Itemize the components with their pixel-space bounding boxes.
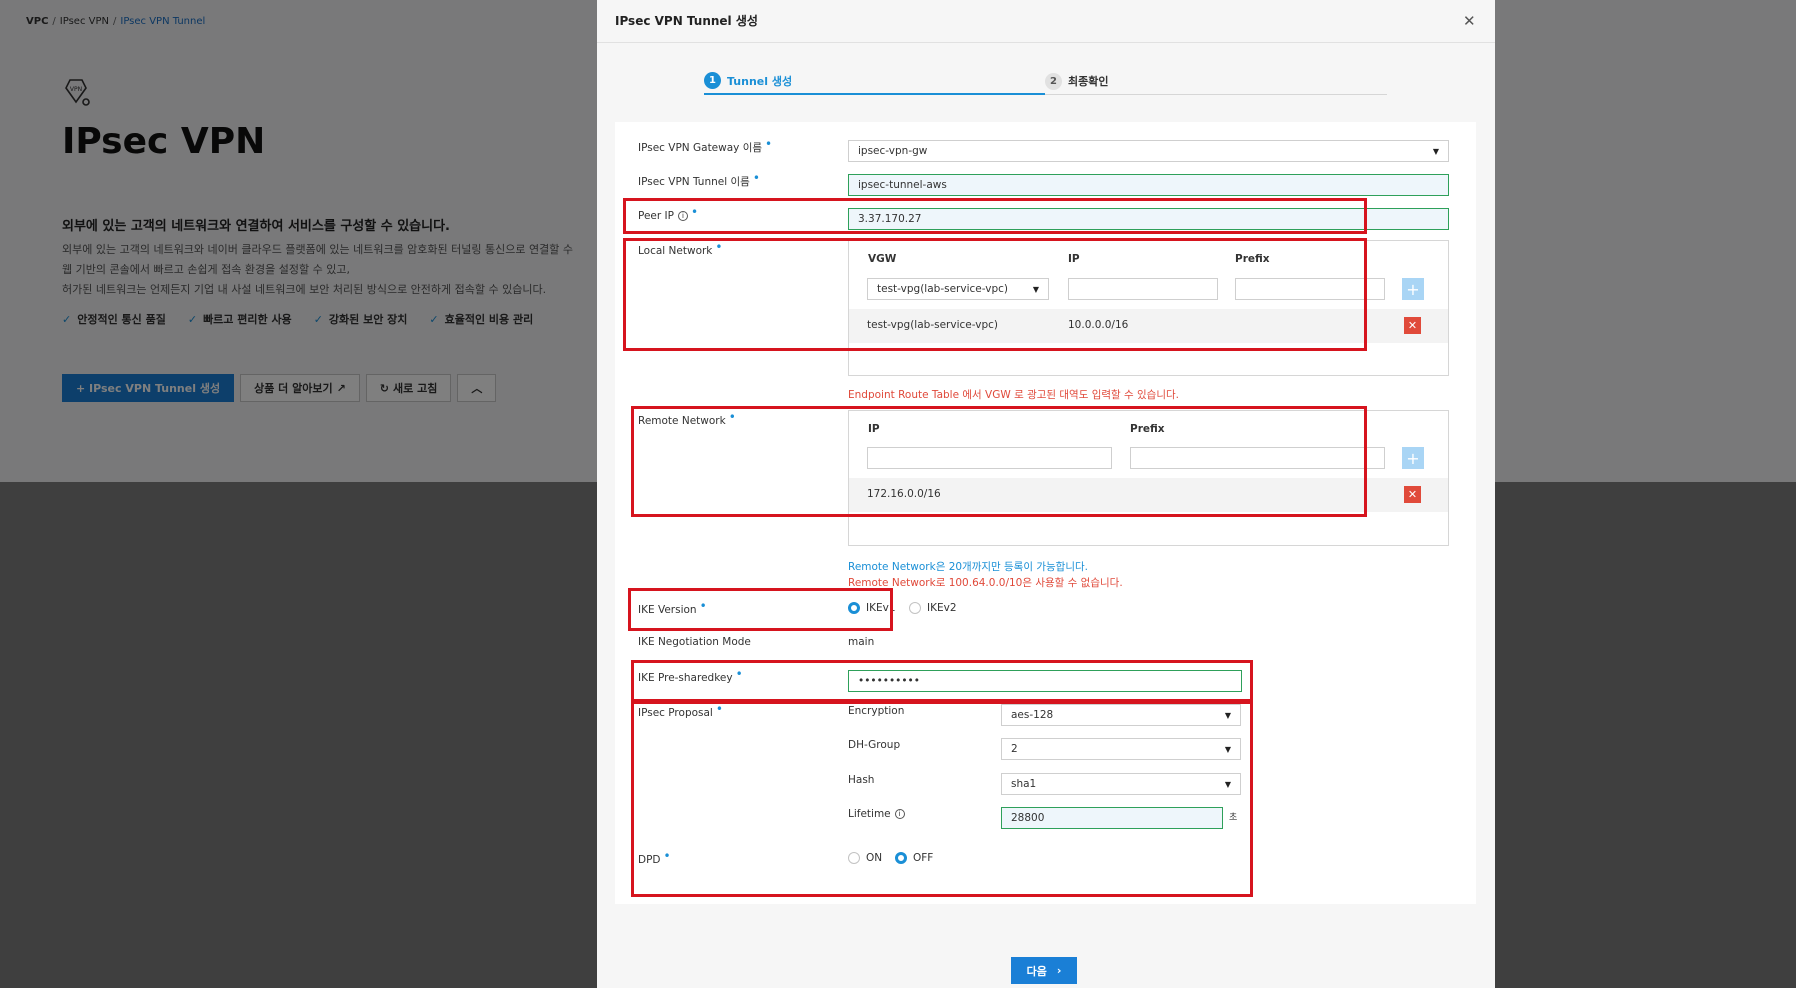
hash-select[interactable]: sha1 ▼: [1001, 773, 1241, 795]
encryption-label: Encryption: [848, 705, 905, 717]
table-row: 172.16.0.0/16 ✕: [849, 478, 1448, 512]
radio-unselected: [848, 852, 860, 864]
step-number: 1: [704, 72, 721, 89]
tunnel-name-input[interactable]: ipsec-tunnel-aws: [848, 174, 1449, 196]
remote-network-label: Remote Network •: [638, 410, 736, 427]
ike-mode-label: IKE Negotiation Mode: [638, 636, 751, 648]
local-network-table: VGW IP Prefix test-vpg(lab-service-vpc) ▼…: [848, 240, 1449, 376]
dpd-on-radio[interactable]: ON: [848, 852, 882, 864]
caret-down-icon: ▼: [1224, 710, 1231, 720]
remote-prefix-input[interactable]: [1130, 447, 1385, 469]
step-label: 최종확인: [1068, 75, 1109, 88]
dpd-off-radio[interactable]: OFF: [895, 852, 933, 864]
step-final-confirm[interactable]: 2 최종확인: [1045, 68, 1387, 95]
dh-group-label: DH-Group: [848, 739, 901, 751]
row-ip: 10.0.0.0/16: [1068, 319, 1129, 331]
highlight-box-ipsec-proposal: [631, 701, 1253, 897]
local-ip-input[interactable]: [1068, 278, 1218, 300]
ike-v2-radio[interactable]: IKEv2: [909, 602, 957, 614]
remote-network-table: IP Prefix + 172.16.0.0/16 ✕: [848, 410, 1449, 546]
dpd-label: DPD •: [638, 849, 671, 866]
remote-network-restrict-hint: Remote Network로 100.64.0.0/10은 사용할 수 없습니…: [848, 577, 1123, 589]
lifetime-input[interactable]: 28800: [1001, 807, 1223, 829]
row-ip: 172.16.0.0/16: [867, 488, 941, 500]
hash-label: Hash: [848, 774, 875, 786]
gateway-select[interactable]: ipsec-vpn-gw ▼: [848, 140, 1449, 162]
radio-selected: [895, 852, 907, 864]
tunnel-form: IPsec VPN Gateway 이름 • ipsec-vpn-gw ▼ IPse…: [615, 122, 1476, 904]
ike-mode-value: main: [848, 636, 875, 648]
radio-selected: [848, 602, 860, 614]
create-tunnel-modal: IPsec VPN Tunnel 생성 ✕ 1 Tunnel 생성 2 최종확인…: [597, 0, 1495, 988]
peer-ip-label: Peer IP i •: [638, 205, 699, 222]
lifetime-unit: 초: [1229, 813, 1238, 823]
remote-network-limit-hint: Remote Network은 20개까지만 등록이 가능합니다.: [848, 561, 1088, 573]
column-header-prefix: Prefix: [1130, 423, 1165, 435]
info-icon[interactable]: i: [894, 809, 905, 819]
add-local-network-button[interactable]: +: [1402, 278, 1424, 300]
ipsec-proposal-label: IPsec Proposal •: [638, 702, 723, 719]
local-network-label: Local Network •: [638, 240, 723, 257]
remote-ip-input[interactable]: [867, 447, 1112, 469]
lifetime-label: Lifetime i: [848, 808, 905, 820]
modal-header: IPsec VPN Tunnel 생성 ✕: [597, 0, 1495, 43]
local-network-hint: Endpoint Route Table 에서 VGW 로 광고된 대역도 입력…: [848, 389, 1179, 401]
caret-down-icon: ▼: [1032, 284, 1039, 294]
column-header-prefix: Prefix: [1235, 253, 1270, 265]
close-icon[interactable]: ✕: [1463, 12, 1476, 30]
gateway-label: IPsec VPN Gateway 이름 •: [638, 137, 773, 154]
ike-version-label: IKE Version •: [638, 599, 707, 616]
column-header-ip: IP: [1068, 253, 1080, 265]
step-label: Tunnel 생성: [727, 74, 793, 88]
next-button[interactable]: 다음 ›: [1011, 957, 1077, 984]
wizard-steps: 1 Tunnel 생성 2 최종확인: [704, 68, 1387, 95]
radio-unselected: [909, 602, 921, 614]
encryption-select[interactable]: aes-128 ▼: [1001, 704, 1241, 726]
local-prefix-input[interactable]: [1235, 278, 1385, 300]
info-icon[interactable]: i: [677, 211, 688, 221]
ike-psk-label: IKE Pre-sharedkey •: [638, 667, 743, 684]
local-vgw-select[interactable]: test-vpg(lab-service-vpc) ▼: [867, 278, 1049, 300]
column-header-ip: IP: [868, 423, 880, 435]
tunnel-name-label: IPsec VPN Tunnel 이름 •: [638, 171, 760, 188]
add-remote-network-button[interactable]: +: [1402, 447, 1424, 469]
modal-title: IPsec VPN Tunnel 생성: [615, 14, 758, 28]
delete-row-button[interactable]: ✕: [1404, 486, 1421, 503]
delete-row-button[interactable]: ✕: [1404, 317, 1421, 334]
caret-down-icon: ▼: [1224, 779, 1231, 789]
row-vgw: test-vpg(lab-service-vpc): [867, 319, 998, 331]
step-tunnel-create[interactable]: 1 Tunnel 생성: [704, 68, 1045, 95]
caret-down-icon: ▼: [1224, 744, 1231, 754]
peer-ip-input[interactable]: 3.37.170.27: [848, 208, 1449, 230]
table-row: test-vpg(lab-service-vpc) 10.0.0.0/16 ✕: [849, 309, 1448, 343]
step-number: 2: [1045, 72, 1062, 90]
caret-down-icon: ▼: [1432, 146, 1439, 156]
column-header-vgw: VGW: [868, 253, 897, 265]
chevron-right-icon: ›: [1056, 964, 1062, 977]
ike-v1-radio[interactable]: IKEv1: [848, 602, 896, 614]
ike-psk-input[interactable]: ••••••••••: [848, 670, 1242, 692]
dh-group-select[interactable]: 2 ▼: [1001, 738, 1241, 760]
